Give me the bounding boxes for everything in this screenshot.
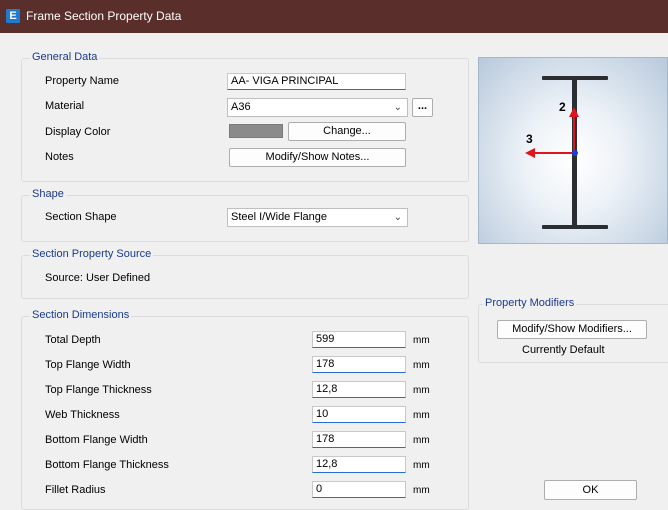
material-value: A36 xyxy=(231,101,251,113)
fillet-radius-label: Fillet Radius xyxy=(45,484,106,496)
centroid-marker xyxy=(572,150,578,156)
axis-2-label: 2 xyxy=(559,100,566,114)
section-property-source-legend: Section Property Source xyxy=(30,248,154,260)
notes-label: Notes xyxy=(45,151,74,163)
bottom-flange-width-label: Bottom Flange Width xyxy=(45,434,148,446)
i-section-drawing: 2 3 xyxy=(525,76,608,229)
top-flange-width-label: Top Flange Width xyxy=(45,359,131,371)
chevron-down-icon: ⌄ xyxy=(393,102,402,113)
web-thickness-unit: mm xyxy=(413,410,430,421)
top-flange-thickness-field[interactable]: 12,8 xyxy=(312,381,406,398)
top-flange-thickness-unit: mm xyxy=(413,385,430,396)
bottom-flange-thickness-unit: mm xyxy=(413,460,430,471)
web-thickness-field[interactable]: 10 xyxy=(312,406,406,423)
change-color-button[interactable]: Change... xyxy=(288,122,406,141)
modifiers-status: Currently Default xyxy=(522,344,605,356)
top-flange-width-unit: mm xyxy=(413,360,430,371)
total-depth-field[interactable]: 599 xyxy=(312,331,406,348)
local-axes xyxy=(525,107,579,158)
bottom-flange-thickness-label: Bottom Flange Thickness xyxy=(45,459,169,471)
title-bar: E Frame Section Property Data xyxy=(0,0,668,33)
axis-3-label: 3 xyxy=(526,132,533,146)
section-shape-value: Steel I/Wide Flange xyxy=(231,211,327,223)
window-title: Frame Section Property Data xyxy=(26,9,182,23)
modify-show-notes-button[interactable]: Modify/Show Notes... xyxy=(229,148,406,167)
display-color-label: Display Color xyxy=(45,126,111,138)
chevron-down-icon: ⌄ xyxy=(393,212,402,223)
section-dimensions-legend: Section Dimensions xyxy=(30,309,132,321)
web-thickness-label: Web Thickness xyxy=(45,409,120,421)
bottom-flange-width-field[interactable]: 178 xyxy=(312,431,406,448)
material-browse-button[interactable]: ... xyxy=(412,98,433,117)
material-label: Material xyxy=(45,100,85,112)
bottom-flange-thickness-field[interactable]: 12,8 xyxy=(312,456,406,473)
top-flange-thickness-label: Top Flange Thickness xyxy=(45,384,152,396)
general-data-legend: General Data xyxy=(30,51,100,63)
material-select[interactable]: A36 ⌄ xyxy=(227,98,408,117)
property-name-field[interactable]: AA- VIGA PRINCIPAL xyxy=(227,73,406,90)
section-shape-select[interactable]: Steel I/Wide Flange ⌄ xyxy=(227,208,408,227)
shape-legend: Shape xyxy=(30,188,66,200)
top-flange-width-field[interactable]: 178 xyxy=(312,356,406,373)
app-icon: E xyxy=(6,9,20,23)
section-shape-label: Section Shape xyxy=(45,211,117,223)
source-text: Source: User Defined xyxy=(45,272,151,284)
fillet-radius-field[interactable]: 0 xyxy=(312,481,406,498)
modify-show-modifiers-button[interactable]: Modify/Show Modifiers... xyxy=(497,320,647,339)
property-modifiers-legend: Property Modifiers xyxy=(483,297,577,309)
bottom-flange-width-unit: mm xyxy=(413,435,430,446)
property-name-label: Property Name xyxy=(45,75,119,87)
total-depth-label: Total Depth xyxy=(45,334,101,346)
total-depth-unit: mm xyxy=(413,335,430,346)
ok-button[interactable]: OK xyxy=(544,480,637,500)
section-preview: 2 3 xyxy=(478,57,668,244)
fillet-radius-unit: mm xyxy=(413,485,430,496)
display-color-swatch xyxy=(229,124,283,138)
